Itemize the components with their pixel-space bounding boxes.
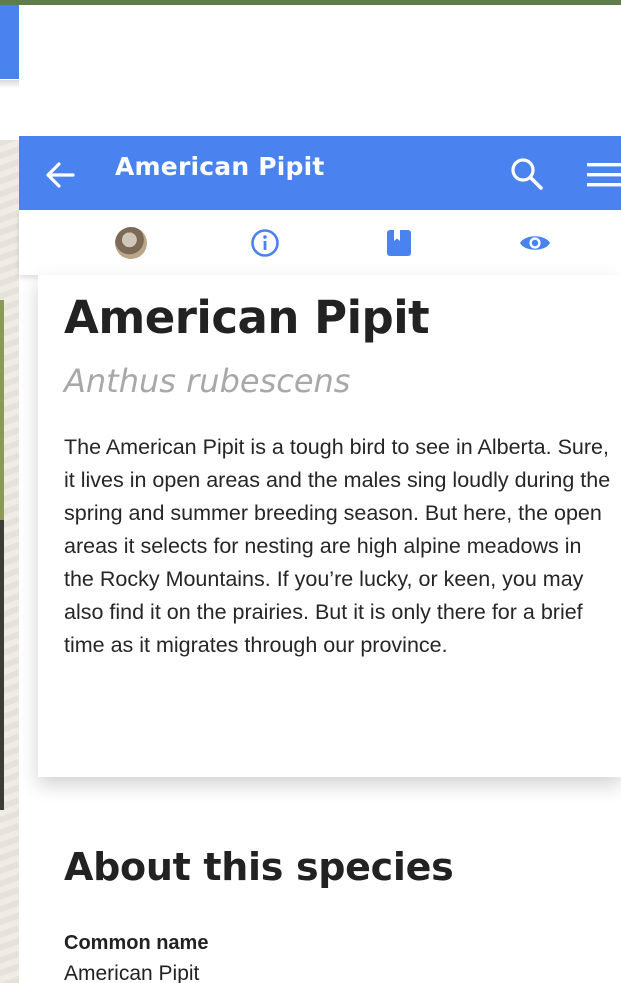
- hamburger-menu-icon[interactable]: [587, 160, 621, 190]
- species-description: The American Pipit is a tough bird to se…: [64, 435, 611, 657]
- back-arrow-icon[interactable]: [43, 158, 77, 192]
- bird-photo-icon: [115, 226, 147, 259]
- app-bar-title: American Pipit: [115, 152, 325, 181]
- background-map-feature: [0, 520, 4, 810]
- common-name-value: American Pipit: [64, 962, 200, 983]
- about-section-title: About this species: [64, 845, 454, 889]
- tab-photo[interactable]: [101, 210, 161, 275]
- app-bar: American Pipit: [19, 136, 621, 210]
- tab-info[interactable]: [235, 210, 295, 275]
- book-icon: [387, 229, 411, 256]
- tab-bar: [19, 210, 621, 275]
- background-app-bar: [0, 5, 19, 79]
- background-shadow: [0, 80, 19, 88]
- tab-sightings[interactable]: [505, 210, 565, 275]
- eye-icon: [520, 235, 550, 250]
- species-common-name: American Pipit: [64, 291, 430, 344]
- background-map-feature: [0, 300, 4, 520]
- info-icon: [251, 228, 279, 257]
- tab-book[interactable]: [369, 210, 429, 275]
- common-name-label: Common name: [64, 932, 209, 954]
- species-latin-name: Anthus rubescens: [64, 362, 351, 400]
- search-icon[interactable]: [509, 156, 545, 192]
- species-card: American Pipit Anthus rubescens The Amer…: [38, 275, 621, 777]
